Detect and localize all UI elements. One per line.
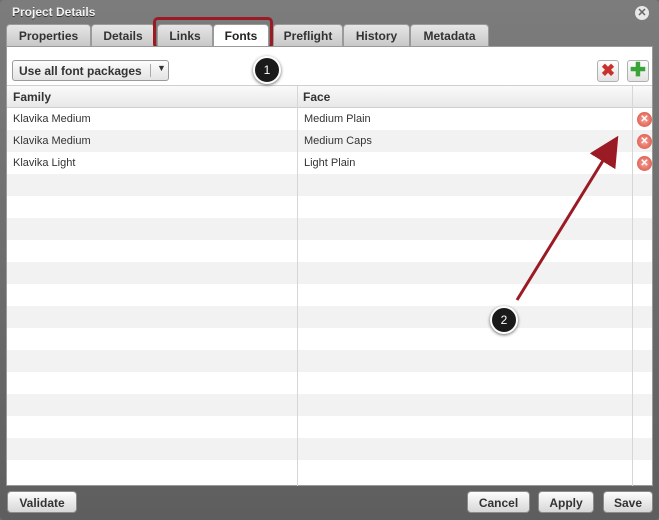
apply-button[interactable]: Apply — [538, 491, 594, 513]
validate-button[interactable]: Validate — [7, 491, 77, 513]
annotation-overlay — [515, 135, 619, 301]
callout-badge: 2 — [490, 306, 518, 334]
project-details-dialog: Project Details ✕ Properties Details Lin… — [0, 0, 659, 520]
cancel-button[interactable]: Cancel — [467, 491, 530, 513]
save-button[interactable]: Save — [603, 491, 653, 513]
annotation-arrow — [515, 135, 619, 301]
callout-badge: 1 — [253, 56, 281, 84]
